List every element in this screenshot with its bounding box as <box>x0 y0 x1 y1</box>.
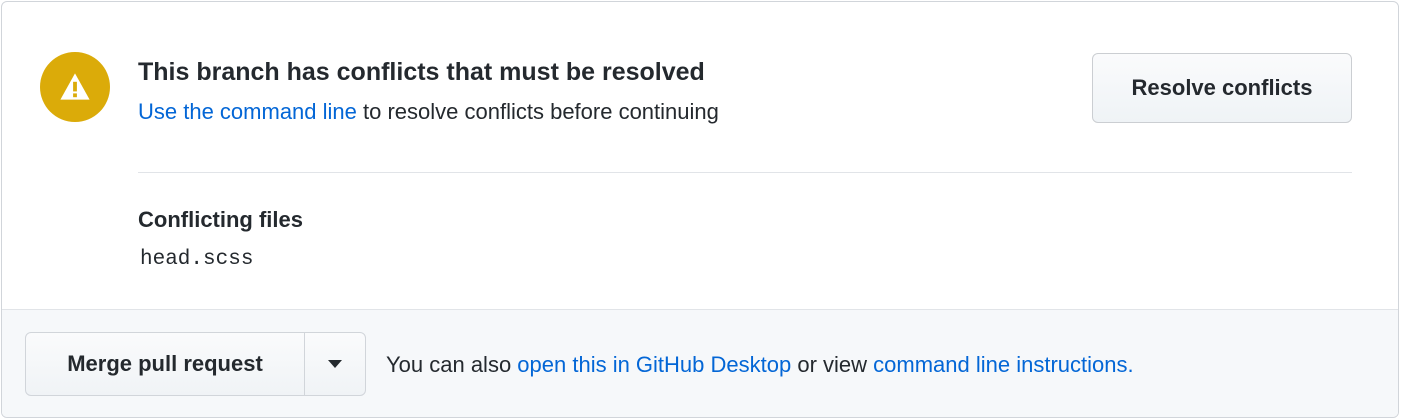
command-line-link[interactable]: Use the command line <box>138 99 357 124</box>
merge-footer: Merge pull request You can also open thi… <box>2 309 1398 417</box>
merge-conflict-panel: This branch has conflicts that must be r… <box>1 1 1399 418</box>
github-desktop-link[interactable]: open this in GitHub Desktop <box>517 352 791 377</box>
merge-pull-request-button[interactable]: Merge pull request <box>26 333 305 395</box>
conflicting-files-heading: Conflicting files <box>138 207 303 232</box>
merge-button-group: Merge pull request <box>25 332 366 396</box>
divider <box>138 172 1352 173</box>
command-line-instructions-link[interactable]: command line instructions. <box>873 352 1133 377</box>
alternative-options-text: You can also open this in GitHub Desktop… <box>386 352 1134 378</box>
conflict-title: This branch has conflicts that must be r… <box>138 58 705 86</box>
conflict-subtitle: Use the command line to resolve conflict… <box>138 99 719 125</box>
merge-method-dropdown-button[interactable] <box>305 333 365 395</box>
resolve-conflicts-button[interactable]: Resolve conflicts <box>1092 53 1352 123</box>
footer-text-prefix: You can also <box>386 352 518 377</box>
conflict-subtitle-text: to resolve conflicts before continuing <box>356 99 719 124</box>
triangle-down-icon <box>328 360 342 368</box>
alert-icon <box>40 52 110 122</box>
footer-text-middle: or view <box>791 352 874 377</box>
conflicting-file: head.scss <box>140 248 254 271</box>
